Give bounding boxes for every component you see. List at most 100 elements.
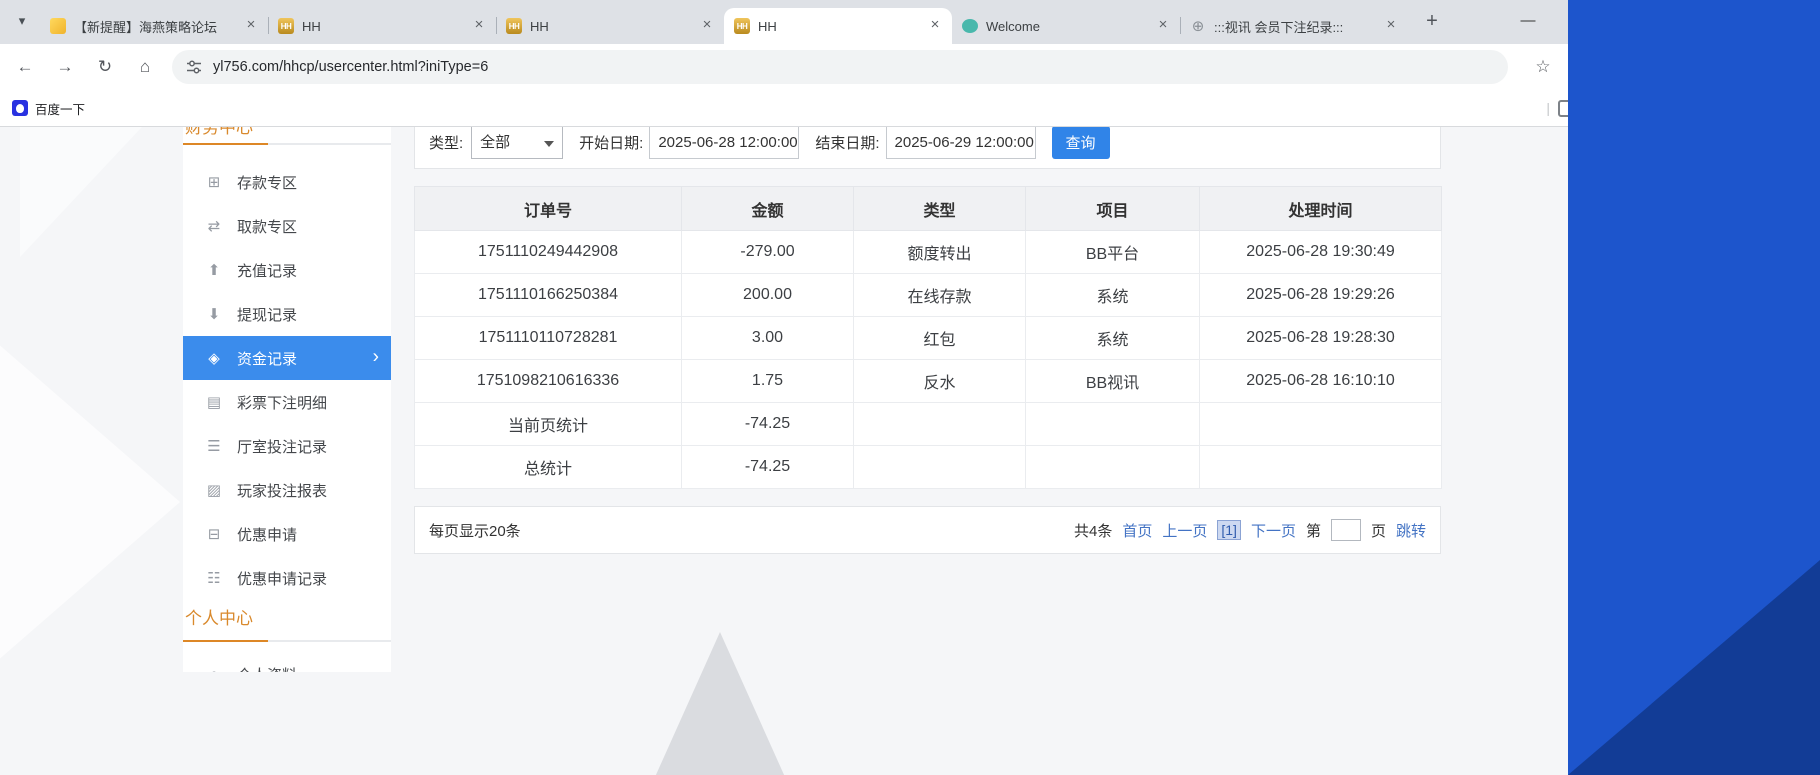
sidebar-item-label: 个人资料 <box>237 664 297 673</box>
player-report-icon: ▨ <box>205 481 223 499</box>
tab-title: 【新提醒】海燕策略论坛 <box>74 17 234 36</box>
home-button[interactable]: ⌂ <box>128 50 162 84</box>
type-select[interactable]: 全部 <box>471 127 563 159</box>
per-page-label: 每页显示20条 <box>429 520 521 541</box>
forward-button[interactable]: → <box>48 50 82 84</box>
browser-tab-1[interactable]: HHHH× <box>268 8 496 44</box>
summary-row: 当前页统计-74.25 <box>415 403 1442 446</box>
bookmark-baidu[interactable]: 百度一下 <box>12 99 85 118</box>
table-cell: 反水 <box>854 360 1026 403</box>
screen: ▾ 【新提醒】海燕策略论坛×HHHH×HHHH×HHHH×Welcome×⊕::… <box>0 0 1820 775</box>
sidebar-item-4[interactable]: ◈资金记录› <box>183 336 391 380</box>
table-row: 17510982106163361.75反水BB视讯2025-06-28 16:… <box>415 360 1442 403</box>
search-button[interactable]: 查询 <box>1052 127 1110 159</box>
sidebar-item-5[interactable]: ▤ 彩票下注明细 <box>183 380 391 424</box>
column-header-3: 项目 <box>1026 187 1200 231</box>
baidu-favicon <box>12 100 28 116</box>
site-settings-icon[interactable] <box>186 59 202 75</box>
section-underline <box>183 143 391 145</box>
tab-close-icon[interactable]: × <box>1154 17 1172 35</box>
browser-tab-active[interactable]: HHHH× <box>724 8 952 44</box>
first-page-link[interactable]: 首页 <box>1122 520 1152 541</box>
hh-favicon: HH <box>278 18 294 34</box>
sidebar-item-2[interactable]: ⬆充值记录 <box>183 248 391 292</box>
tab-close-icon[interactable]: × <box>242 17 260 35</box>
tab-list: 【新提醒】海燕策略论坛×HHHH×HHHH×HHHH×Welcome×⊕:::视… <box>40 0 1408 44</box>
table-cell: 总统计 <box>415 446 682 489</box>
tab-strip: ▾ 【新提醒】海燕策略论坛×HHHH×HHHH×HHHH×Welcome×⊕::… <box>0 0 1568 44</box>
sidebar-item-label: 厅室投注记录 <box>237 436 327 457</box>
bookmark-star-icon[interactable]: ☆ <box>1526 50 1560 84</box>
page-jump-input[interactable] <box>1331 519 1361 541</box>
table-cell: 1.75 <box>682 360 854 403</box>
desktop-triangle-decoration <box>1568 560 1820 775</box>
tab-close-icon[interactable]: × <box>1382 17 1400 35</box>
browser-tab-5[interactable]: ⊕:::视讯 会员下注纪录:::× <box>1180 8 1408 44</box>
chevron-down-icon <box>544 141 554 147</box>
address-bar[interactable]: yl756.com/hhcp/usercenter.html?iniType=6 <box>172 50 1508 84</box>
sidebar-section-personal: 个人中心 <box>183 604 391 642</box>
jump-link[interactable]: 跳转 <box>1396 520 1426 541</box>
promo-apply-icon: ⊟ <box>205 525 223 543</box>
type-select-value: 全部 <box>480 134 510 151</box>
page-triangle-decoration <box>20 127 170 257</box>
sidebar-item-0[interactable]: ⊞存款专区 <box>183 160 391 204</box>
chevron-right-icon: › <box>373 347 379 369</box>
total-count: 共4条 <box>1074 520 1112 541</box>
funds-record-icon: ◈ <box>205 349 223 367</box>
hh-favicon: HH <box>506 18 522 34</box>
back-button[interactable]: ← <box>8 50 42 84</box>
column-header-0: 订单号 <box>415 187 682 231</box>
table-cell: 系统 <box>1026 274 1200 317</box>
table-cell: 红包 <box>854 317 1026 360</box>
sidebar-item-7[interactable]: ▨玩家投注报表 <box>183 468 391 512</box>
sidebar-item-label: 彩票下注明细 <box>237 392 327 413</box>
web-page: 财务中心 ⊞存款专区⇄取款专区⬆充值记录⬇提现记录◈资金记录›▤彩票下注明细☰厅… <box>0 127 1568 775</box>
tab-title: Welcome <box>986 19 1146 34</box>
end-date-input[interactable] <box>886 127 1036 159</box>
minimize-button[interactable]: — <box>1502 4 1554 38</box>
tab-close-icon[interactable]: × <box>698 17 716 35</box>
table-cell: -74.25 <box>682 403 854 446</box>
page-triangle-decoration <box>0 302 180 702</box>
tab-close-icon[interactable]: × <box>470 17 488 35</box>
start-date-input[interactable] <box>649 127 799 159</box>
side-panel-icon[interactable] <box>1558 100 1568 117</box>
sidebar-item-8[interactable]: ⊟优惠申请 <box>183 512 391 556</box>
sidebar-item-9[interactable]: ☷优惠申请记录 <box>183 556 391 600</box>
tab-search-button[interactable]: ▾ <box>8 8 36 36</box>
recharge-record-icon: ⬆ <box>205 261 223 279</box>
sidebar-item-partial[interactable]: ● 个人资料 <box>183 652 391 672</box>
section-personal-title: 个人中心 <box>183 604 391 634</box>
table-body: 1751110249442908-279.00额度转出BB平台2025-06-2… <box>415 231 1442 489</box>
bookmarks-bar-right: | <box>1546 100 1568 117</box>
tab-close-icon[interactable]: × <box>926 17 944 35</box>
current-page-indicator: [1] <box>1217 520 1241 540</box>
pagination-controls: 共4条 首页 上一页 [1] 下一页 第 页 跳转 <box>1074 519 1426 541</box>
filter-panel: 类型: 全部 开始日期: 结束日期: 查询 <box>414 127 1441 169</box>
browser-tab-2[interactable]: HHHH× <box>496 8 724 44</box>
table-cell: BB平台 <box>1026 231 1200 274</box>
table-row: 1751110249442908-279.00额度转出BB平台2025-06-2… <box>415 231 1442 274</box>
page-prefix-label: 第 <box>1306 520 1321 541</box>
sidebar-item-6[interactable]: ☰厅室投注记录 <box>183 424 391 468</box>
browser-tab-4[interactable]: Welcome × <box>952 8 1180 44</box>
sidebar: 财务中心 ⊞存款专区⇄取款专区⬆充值记录⬇提现记录◈资金记录›▤彩票下注明细☰厅… <box>183 127 391 672</box>
table-cell: BB视讯 <box>1026 360 1200 403</box>
sidebar-item-3[interactable]: ⬇提现记录 <box>183 292 391 336</box>
lottery-bet-icon: ▤ <box>205 393 223 411</box>
bookmarks-bar: 百度一下 | <box>0 90 1568 127</box>
sidebar-item-1[interactable]: ⇄取款专区 <box>183 204 391 248</box>
desktop-background <box>1568 0 1820 775</box>
table-cell: 1751098210616336 <box>415 360 682 403</box>
sidebar-item-label: 存款专区 <box>237 172 297 193</box>
globe-favicon: ⊕ <box>1190 18 1206 34</box>
prev-page-link[interactable]: 上一页 <box>1162 520 1207 541</box>
records-table: 订单号金额类型项目处理时间 1751110249442908-279.00额度转… <box>414 186 1442 489</box>
browser-tab-0[interactable]: 【新提醒】海燕策略论坛 × <box>40 8 268 44</box>
next-page-link[interactable]: 下一页 <box>1251 520 1296 541</box>
reload-button[interactable]: ↻ <box>88 50 122 84</box>
new-tab-button[interactable]: + <box>1418 8 1446 36</box>
browser-toolbar: ← → ↻ ⌂ yl756.com/hhcp/usercenter.html?i… <box>0 44 1568 90</box>
main-content: 类型: 全部 开始日期: 结束日期: 查询 订单 <box>414 127 1441 775</box>
